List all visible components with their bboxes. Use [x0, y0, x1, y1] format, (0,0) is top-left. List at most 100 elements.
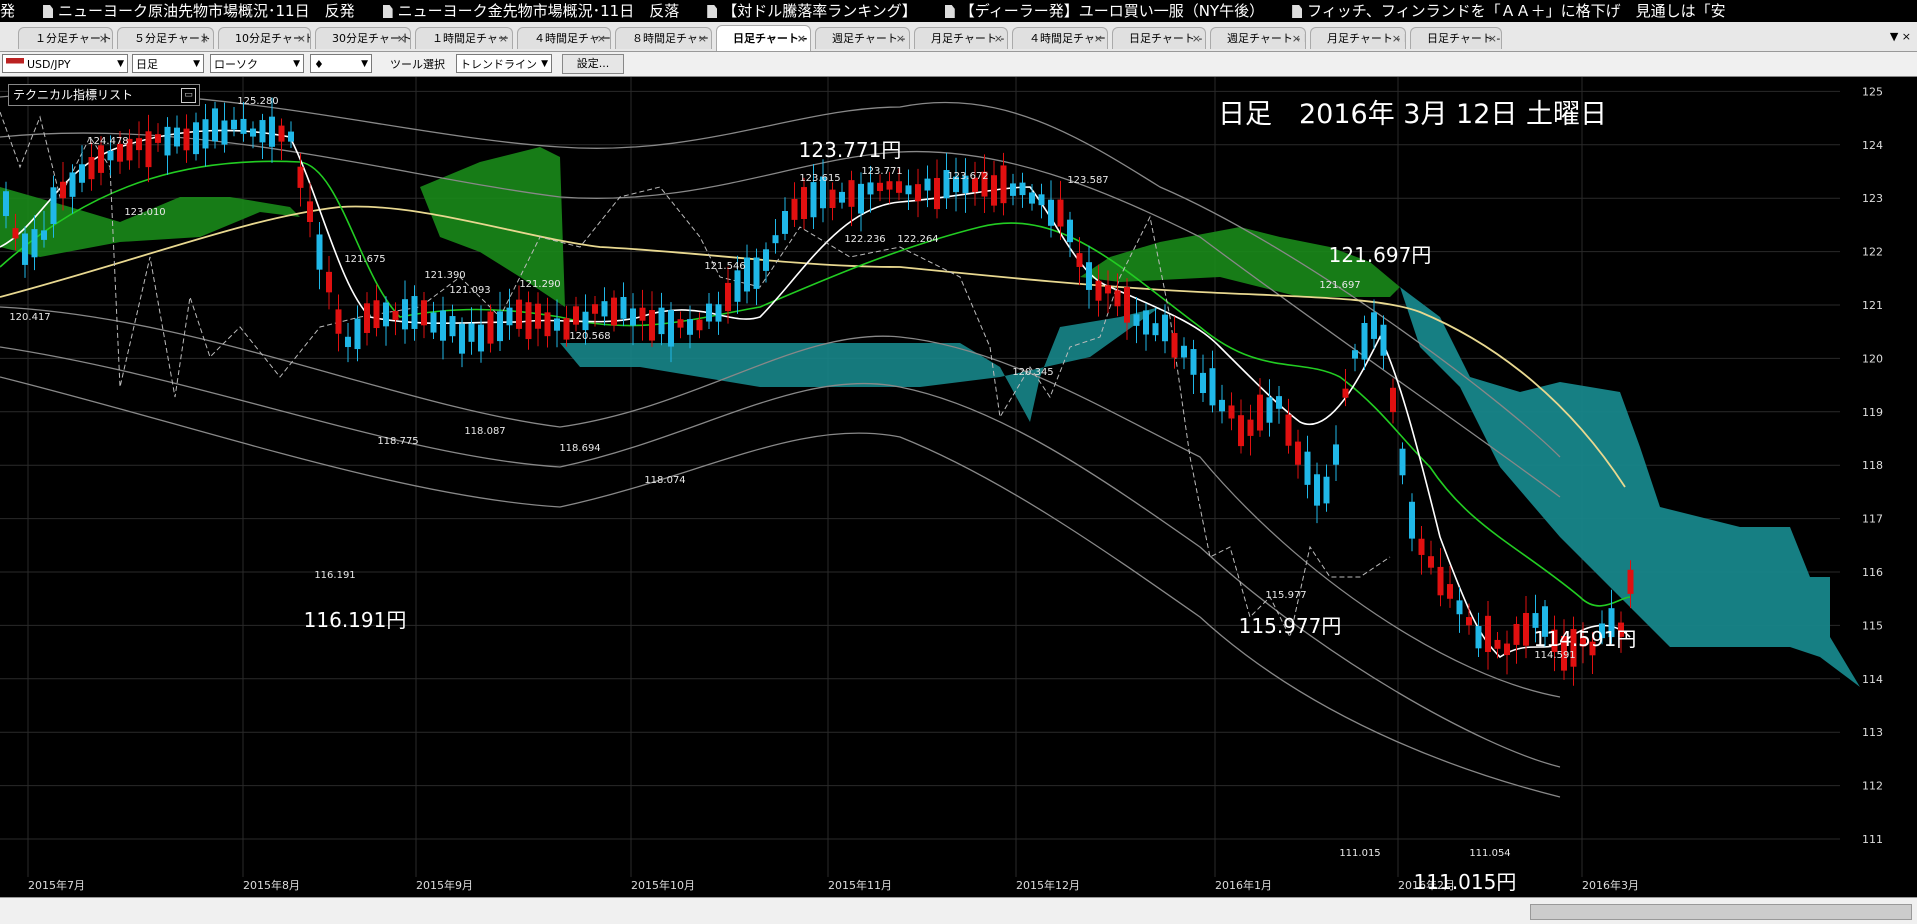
- candle-body: [696, 319, 703, 331]
- candle-body: [1171, 333, 1178, 358]
- candle-body: [1181, 345, 1187, 358]
- close-icon[interactable]: ×: [698, 28, 707, 49]
- chart-tab[interactable]: １時間足チャート ×: [415, 27, 513, 49]
- candle-body: [1494, 639, 1501, 649]
- price-callout: 121.697円: [1329, 243, 1432, 267]
- ticker-item[interactable]: 発: [0, 0, 15, 22]
- candle-body: [1485, 615, 1491, 653]
- x-tick-label: 2015年9月: [416, 878, 473, 892]
- chart-tab[interactable]: 月足チャート - U:×: [914, 27, 1008, 49]
- collapse-icon[interactable]: ▭: [181, 88, 196, 103]
- currency-pair-select[interactable]: USD/JPY ▼: [2, 54, 128, 73]
- ticker-text: ニューヨーク金先物市場概況･11日 反落: [397, 2, 680, 20]
- document-icon: [1292, 5, 1303, 18]
- price-annotation: 121.093: [449, 285, 490, 296]
- price-annotation: 123.587: [1067, 175, 1108, 186]
- candle-body: [554, 318, 560, 331]
- candle-body: [449, 316, 456, 337]
- candle-body: [326, 271, 332, 293]
- close-icon[interactable]: ×: [1094, 28, 1103, 49]
- price-annotation: 121.390: [424, 270, 465, 281]
- close-icon[interactable]: ×: [1392, 28, 1401, 49]
- close-icon[interactable]: ×: [896, 28, 905, 49]
- candle-body: [98, 145, 104, 173]
- ticker-item[interactable]: 【対ドル騰落率ランキング】: [699, 0, 917, 22]
- close-icon[interactable]: ×: [200, 28, 209, 49]
- close-icon[interactable]: ×: [597, 28, 606, 49]
- chart-tab[interactable]: 日足チャート - Al×: [1410, 27, 1502, 49]
- close-icon[interactable]: ×: [99, 28, 108, 49]
- candle-body: [430, 312, 437, 333]
- chart-tab[interactable]: 月足チャート - El ×: [1310, 27, 1406, 49]
- indicator-list-button[interactable]: テクニカル指標リスト ▭: [8, 84, 200, 106]
- close-icon[interactable]: ×: [994, 28, 1003, 49]
- chart-tab[interactable]: 日足チャート - U×: [716, 25, 811, 51]
- candle-body: [1228, 405, 1235, 419]
- chart-scrollbar[interactable]: [0, 897, 1917, 924]
- scrollbar-thumb[interactable]: [1530, 904, 1912, 920]
- chart-tab[interactable]: １分足チャート - ×: [18, 27, 113, 49]
- close-icon[interactable]: ×: [1488, 28, 1497, 49]
- candle-body: [364, 303, 370, 333]
- chart-tab[interactable]: 日足チャート - El×: [1112, 27, 1206, 49]
- chart-type-select[interactable]: ローソク ▼: [210, 54, 304, 73]
- tab-menu-button[interactable]: ▼ ×: [1890, 30, 1911, 43]
- candle-body: [88, 157, 95, 180]
- candle-body: [12, 228, 19, 239]
- candle-body: [1352, 350, 1358, 359]
- candle-body: [1314, 474, 1320, 506]
- candle-body: [269, 116, 275, 147]
- candle-body: [1371, 312, 1377, 339]
- drawing-tool-select[interactable]: トレンドライン ▼: [456, 54, 552, 73]
- period-select[interactable]: 日足 ▼: [132, 54, 204, 73]
- settings-button[interactable]: 設定...: [562, 54, 624, 74]
- candle-body: [734, 270, 741, 302]
- chart-tab[interactable]: 30分足チャート - ×: [315, 27, 411, 49]
- ticker-item[interactable]: ニューヨーク原油先物市場概況･11日 反発: [35, 0, 355, 22]
- news-ticker[interactable]: 発 ニューヨーク原油先物市場概況･11日 反発 ニューヨーク金先物市場概況･11日 …: [0, 0, 1917, 22]
- candle-body: [1323, 476, 1330, 504]
- close-icon[interactable]: ×: [297, 28, 306, 49]
- chart-tab[interactable]: ５分足チャート - ×: [117, 27, 214, 49]
- candle-body: [79, 164, 85, 183]
- candle-body: [1380, 324, 1387, 356]
- price-annotation: 118.694: [559, 443, 600, 454]
- close-icon[interactable]: ×: [1292, 28, 1301, 49]
- candle-body: [202, 119, 209, 149]
- candle-style-select[interactable]: ♦ ▼: [310, 54, 372, 73]
- close-icon[interactable]: ×: [499, 28, 508, 49]
- ticker-item[interactable]: 【ディーラー発】ユーロ買い一服（NY午後）: [937, 0, 1264, 22]
- candle-body: [924, 178, 931, 191]
- chart-tab[interactable]: ８時間足チャート ×: [615, 27, 712, 49]
- bollinger-band: [0, 346, 1561, 768]
- price-callout: 111.015円: [1414, 870, 1517, 894]
- candle-body: [22, 233, 28, 265]
- chart-tab[interactable]: 週足チャート - El ×: [1210, 27, 1306, 49]
- chart-tab[interactable]: 10分足チャート -×: [218, 27, 311, 49]
- candle-body: [183, 128, 190, 151]
- chart-tab[interactable]: 週足チャート - U:×: [815, 27, 910, 49]
- price-chart[interactable]: 111 112 113 114 115 116 117 118 119 120 121 122 123 1…: [0, 77, 1917, 897]
- candle-body: [335, 309, 342, 334]
- candle-body: [50, 187, 57, 224]
- ticker-text: フィッチ、フィンランドを「ＡＡ＋」に格下げ 見通しは「安: [1307, 2, 1726, 20]
- candle-body: [687, 319, 693, 335]
- close-icon[interactable]: ×: [1192, 28, 1201, 49]
- chart-tab[interactable]: ４時間足チャート×: [1012, 27, 1108, 49]
- chevron-down-icon: ▼: [193, 59, 200, 69]
- candle-body: [1048, 199, 1054, 226]
- candle-body: [193, 122, 199, 155]
- ticker-item[interactable]: フィッチ、フィンランドを「ＡＡ＋」に格下げ 見通しは「安: [1284, 0, 1726, 22]
- candle-body: [1019, 182, 1026, 196]
- chart-date-label: 日足 2016年 3月 12日 土曜日: [1218, 99, 1607, 130]
- candle-body: [373, 300, 380, 329]
- candle-body: [905, 185, 912, 195]
- ticker-item[interactable]: ニューヨーク金先物市場概況･11日 反落: [375, 0, 680, 22]
- close-icon[interactable]: ×: [397, 28, 406, 49]
- candle-body: [487, 311, 494, 344]
- chart-tab[interactable]: ４時間足チャート×: [517, 27, 611, 49]
- candle-body: [1219, 399, 1225, 412]
- close-icon[interactable]: ×: [797, 26, 806, 51]
- price-annotation: 114.591: [1534, 650, 1575, 661]
- y-tick-label: 124: [1862, 139, 1883, 152]
